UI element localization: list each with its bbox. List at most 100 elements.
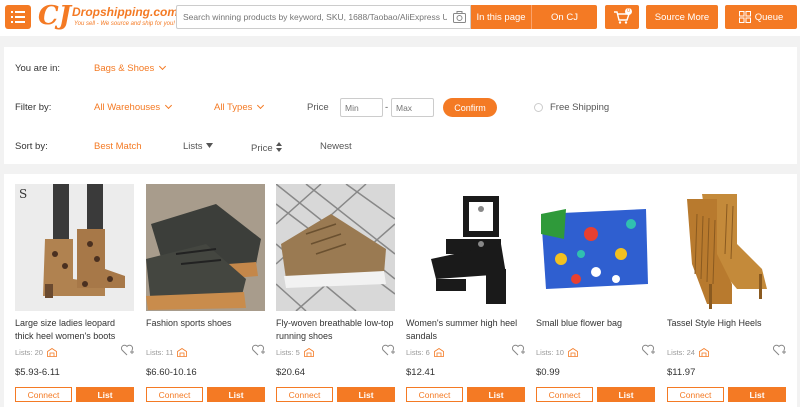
queue-icon bbox=[738, 11, 751, 23]
category-dropdown[interactable]: Bags & Shoes bbox=[94, 62, 167, 74]
list-button[interactable]: List bbox=[207, 387, 265, 402]
lists-count: Lists: 6 bbox=[406, 348, 430, 357]
product-price: $0.99 bbox=[536, 367, 560, 378]
heart-add-icon[interactable] bbox=[121, 344, 134, 356]
lists-count: Lists: 5 bbox=[276, 348, 300, 357]
lists-count: Lists: 10 bbox=[536, 348, 564, 357]
sort-best-match[interactable]: Best Match bbox=[94, 141, 142, 152]
cart-badge: 0 bbox=[625, 8, 632, 15]
product-lists: Lists: 10 bbox=[536, 348, 578, 357]
heart-add-icon[interactable] bbox=[773, 344, 786, 356]
queue-label: Queue bbox=[754, 11, 784, 23]
product-price: $20.64 bbox=[276, 367, 306, 378]
filter-panel: You are in: Bags & Shoes Filter by: All … bbox=[4, 47, 797, 164]
product-title[interactable]: Large size ladies leopard thick heel wom… bbox=[15, 317, 134, 343]
warehouse-icon bbox=[699, 348, 709, 357]
chevron-down-icon bbox=[165, 101, 173, 110]
search-box bbox=[176, 5, 471, 29]
price-dash: - bbox=[385, 102, 389, 113]
product-card[interactable]: Fashion sports shoes Lists: 11 $6.60-10.… bbox=[146, 184, 265, 402]
product-title[interactable]: Women's summer high heel sandals bbox=[406, 317, 525, 343]
heart-add-icon[interactable] bbox=[642, 344, 655, 356]
site-logo[interactable]: CJ Dropshipping.com You sell - We source… bbox=[38, 1, 178, 32]
connect-button[interactable]: Connect bbox=[536, 387, 593, 402]
product-price: $6.60-10.16 bbox=[146, 367, 197, 378]
chevron-down-icon bbox=[159, 62, 167, 71]
price-label: Price bbox=[307, 102, 329, 113]
free-shipping-label: Free Shipping bbox=[550, 102, 610, 113]
sort-lists[interactable]: Lists bbox=[183, 141, 213, 152]
warehouse-icon bbox=[303, 348, 314, 357]
types-value: All Types bbox=[214, 102, 253, 113]
search-input[interactable] bbox=[177, 6, 447, 28]
product-image[interactable] bbox=[536, 184, 655, 311]
filter-by-label: Filter by: bbox=[15, 102, 52, 113]
lists-count: Lists: 11 bbox=[146, 348, 174, 357]
types-dropdown[interactable]: All Types bbox=[214, 101, 265, 113]
connect-button[interactable]: Connect bbox=[276, 387, 333, 402]
cart-button[interactable]: 0 bbox=[605, 5, 639, 29]
warehouses-dropdown[interactable]: All Warehouses bbox=[94, 101, 173, 113]
product-lists: Lists: 11 bbox=[146, 348, 188, 357]
menu-button[interactable] bbox=[5, 5, 31, 29]
heart-add-icon[interactable] bbox=[252, 344, 265, 356]
chevron-down-icon bbox=[257, 101, 265, 110]
product-card[interactable]: Fly-woven breathable low-top running sho… bbox=[276, 184, 395, 402]
lists-count: Lists: 24 bbox=[667, 348, 695, 357]
heart-add-icon[interactable] bbox=[512, 344, 525, 356]
sort-price[interactable]: Price bbox=[251, 141, 282, 154]
source-more-button[interactable]: Source More bbox=[646, 5, 718, 29]
category-value: Bags & Shoes bbox=[94, 63, 155, 74]
product-title[interactable]: Fashion sports shoes bbox=[146, 317, 265, 330]
product-title[interactable]: Tassel Style High Heels bbox=[667, 317, 786, 330]
product-card[interactable]: Tassel Style High Heels Lists: 24 $11.97… bbox=[667, 184, 786, 402]
product-card[interactable]: S Large size ladies leopard thick heel w… bbox=[15, 184, 134, 402]
logo-brand: Dropshipping.com bbox=[72, 5, 178, 19]
list-button[interactable]: List bbox=[337, 387, 395, 402]
you-are-in-label: You are in: bbox=[15, 63, 61, 74]
product-image[interactable] bbox=[276, 184, 395, 311]
list-button[interactable]: List bbox=[597, 387, 655, 402]
list-button[interactable]: List bbox=[467, 387, 525, 402]
queue-button[interactable]: Queue bbox=[725, 5, 797, 29]
heart-add-icon[interactable] bbox=[382, 344, 395, 356]
product-title[interactable]: Small blue flower bag bbox=[536, 317, 655, 330]
warehouse-icon bbox=[433, 348, 444, 357]
menu-icon bbox=[11, 11, 25, 23]
connect-button[interactable]: Connect bbox=[406, 387, 463, 402]
caret-down-icon bbox=[205, 143, 213, 148]
product-image[interactable] bbox=[667, 184, 786, 311]
logo-tagline: You sell - We source and ship for you! bbox=[74, 21, 175, 27]
confirm-button[interactable]: Confirm bbox=[443, 98, 497, 117]
free-shipping-radio[interactable] bbox=[534, 103, 543, 112]
sort-price-label: Price bbox=[251, 143, 273, 154]
price-max-input[interactable] bbox=[391, 98, 434, 117]
search-on-cj-button[interactable]: On CJ bbox=[532, 5, 597, 29]
product-lists: Lists: 24 bbox=[667, 348, 709, 357]
product-title[interactable]: Fly-woven breathable low-top running sho… bbox=[276, 317, 395, 343]
warehouse-icon bbox=[568, 348, 578, 357]
sort-by-label: Sort by: bbox=[15, 141, 48, 152]
warehouses-value: All Warehouses bbox=[94, 102, 161, 113]
warehouse-icon bbox=[47, 348, 57, 357]
product-image[interactable]: S bbox=[15, 184, 134, 311]
camera-icon[interactable] bbox=[453, 11, 466, 23]
product-image[interactable] bbox=[406, 184, 525, 311]
sort-newest[interactable]: Newest bbox=[320, 141, 352, 152]
connect-button[interactable]: Connect bbox=[667, 387, 724, 402]
connect-button[interactable]: Connect bbox=[15, 387, 72, 402]
list-button[interactable]: List bbox=[76, 387, 134, 402]
product-price: $5.93-6.11 bbox=[15, 367, 60, 378]
sort-lists-label: Lists bbox=[183, 141, 203, 152]
search-in-this-page-button[interactable]: In this page bbox=[471, 5, 532, 29]
product-price: $11.97 bbox=[667, 367, 696, 378]
price-min-input[interactable] bbox=[340, 98, 383, 117]
product-card[interactable]: Small blue flower bag Lists: 10 $0.99 Co… bbox=[536, 184, 655, 402]
connect-button[interactable]: Connect bbox=[146, 387, 203, 402]
product-image[interactable] bbox=[146, 184, 265, 311]
list-button[interactable]: List bbox=[728, 387, 786, 402]
logo-mark: CJ bbox=[38, 1, 71, 31]
product-lists: Lists: 6 bbox=[406, 348, 444, 357]
product-card[interactable]: Women's summer high heel sandals Lists: … bbox=[406, 184, 525, 402]
product-price: $12.41 bbox=[406, 367, 436, 378]
